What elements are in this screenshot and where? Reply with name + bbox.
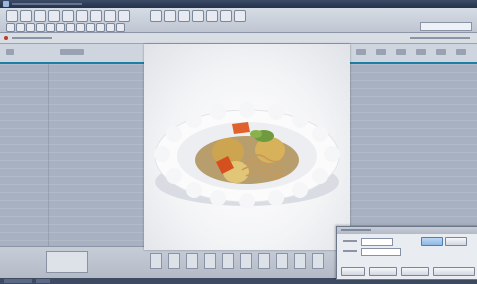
column-header[interactable] (416, 49, 426, 55)
toolbar-option-icon[interactable] (66, 23, 75, 32)
toolbar-option-icon[interactable] (56, 23, 65, 32)
toolbar-option-icon[interactable] (116, 23, 125, 32)
title-bar (0, 0, 477, 8)
summary-box[interactable] (150, 253, 162, 269)
dialog-input-field[interactable] (361, 238, 393, 246)
undo-icon[interactable] (104, 10, 116, 22)
column-header[interactable] (396, 49, 406, 55)
option-button[interactable] (341, 267, 365, 276)
summary-box[interactable] (222, 253, 234, 269)
bowl-of-simmered-vegetables-image (154, 102, 340, 209)
toolbar-option-icon[interactable] (16, 23, 25, 32)
chart-icon[interactable] (192, 10, 204, 22)
copy-icon[interactable] (76, 10, 88, 22)
column-header[interactable] (6, 49, 14, 55)
info-text-placeholder (12, 37, 52, 39)
app-icon (3, 1, 9, 7)
settings-icon[interactable] (220, 10, 232, 22)
summary-box[interactable] (240, 253, 252, 269)
dialog-select-field[interactable] (361, 248, 401, 256)
search-icon[interactable] (150, 10, 162, 22)
summary-box[interactable] (168, 253, 180, 269)
paste-icon[interactable] (90, 10, 102, 22)
column-header[interactable] (436, 49, 446, 55)
summary-box[interactable] (258, 253, 270, 269)
dialog-window (336, 226, 477, 280)
cancel-button[interactable] (445, 237, 467, 246)
option-button[interactable] (433, 267, 475, 276)
column-header[interactable] (60, 49, 84, 55)
column-header[interactable] (456, 49, 466, 55)
toolbar-option-icon[interactable] (6, 23, 15, 32)
info-right-placeholder (410, 37, 470, 39)
toolbar-option-icon[interactable] (26, 23, 35, 32)
status-item[interactable] (36, 279, 50, 283)
dialog-label-placeholder (343, 240, 357, 242)
open-icon[interactable] (20, 10, 32, 22)
dialog-title-bar (337, 227, 477, 234)
option-button[interactable] (401, 267, 429, 276)
toolbar-option-icon[interactable] (46, 23, 55, 32)
summary-box[interactable] (276, 253, 288, 269)
toolbar (0, 8, 477, 33)
toolbar-option-icon[interactable] (86, 23, 95, 32)
new-icon[interactable] (6, 10, 18, 22)
summary-box[interactable] (186, 253, 198, 269)
column-header[interactable] (356, 49, 366, 55)
toolbar-option-icon[interactable] (106, 23, 115, 32)
toolbar-right-field[interactable] (420, 22, 472, 31)
summary-box[interactable] (294, 253, 306, 269)
cut-icon[interactable] (62, 10, 74, 22)
info-strip (0, 33, 477, 44)
title-text-placeholder (12, 3, 82, 5)
print-icon[interactable] (48, 10, 60, 22)
option-button[interactable] (369, 267, 397, 276)
food-photo (144, 44, 350, 250)
dialog-label-placeholder (343, 250, 357, 252)
redo-icon[interactable] (118, 10, 130, 22)
help-icon[interactable] (234, 10, 246, 22)
toolbar-option-icon[interactable] (76, 23, 85, 32)
table-icon[interactable] (178, 10, 190, 22)
toolbar-option-icon[interactable] (36, 23, 45, 32)
column-header[interactable] (376, 49, 386, 55)
summary-box[interactable] (312, 253, 324, 269)
summary-box[interactable] (204, 253, 216, 269)
image-icon[interactable] (206, 10, 218, 22)
status-item[interactable] (4, 279, 32, 283)
toolbar-option-icon[interactable] (96, 23, 105, 32)
summary-box[interactable] (46, 251, 88, 273)
edit-icon[interactable] (164, 10, 176, 22)
indicator-dot (4, 36, 8, 40)
ok-button[interactable] (421, 237, 443, 246)
save-icon[interactable] (34, 10, 46, 22)
dialog-title-placeholder (341, 229, 371, 231)
